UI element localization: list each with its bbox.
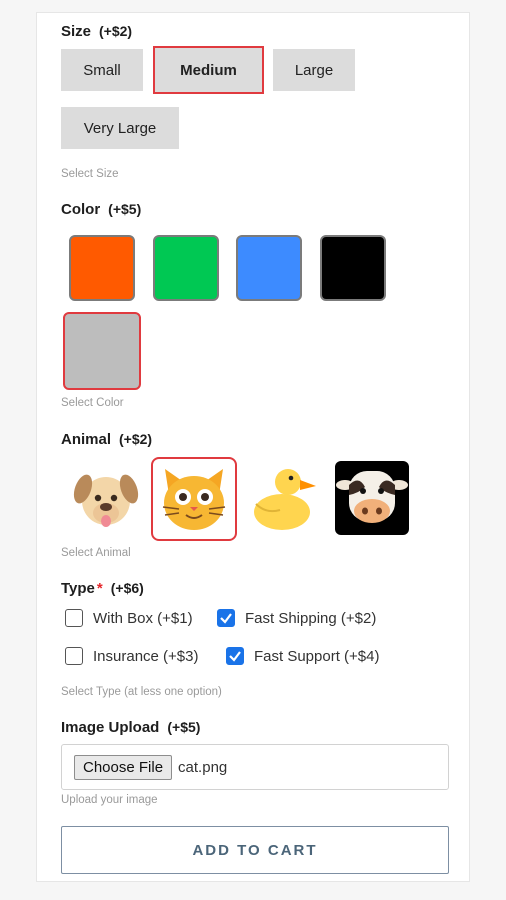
upload-label-row: Image Upload (+$5): [61, 719, 449, 736]
color-swatch-gray[interactable]: [63, 312, 141, 390]
checkbox-checked[interactable]: [226, 647, 244, 665]
color-swatch-blue[interactable]: [236, 235, 302, 301]
required-asterisk: *: [96, 580, 103, 597]
choose-file-button[interactable]: Choose File: [74, 754, 173, 780]
color-price: (+$5): [108, 201, 142, 217]
color-helper: Select Color: [61, 397, 124, 409]
cow-icon: [335, 461, 409, 535]
type-option-label: Fast Support (+$4): [254, 647, 380, 665]
cat-icon: [162, 469, 226, 530]
add-to-cart-button[interactable]: ADD TO CART: [61, 826, 449, 874]
animal-label-row: Animal (+$2): [61, 431, 449, 448]
upload-helper: Upload your image: [61, 794, 158, 806]
type-option-insurance[interactable]: Insurance (+$3): [65, 647, 198, 665]
checkmark-icon: [229, 651, 241, 662]
type-helper: Select Type (at less one option): [61, 686, 222, 698]
color-label-row: Color (+$5): [61, 201, 449, 218]
color-label: Color: [61, 201, 101, 218]
size-helper: Select Size: [61, 168, 119, 180]
file-upload-field[interactable]: Choose File cat.png: [61, 744, 449, 790]
type-option-fast-shipping[interactable]: Fast Shipping (+$2): [217, 609, 376, 627]
product-options-card: Size (+$2) Small Medium Large Very Large…: [36, 12, 470, 882]
checkmark-icon: [220, 613, 232, 624]
animal-helper: Select Animal: [61, 547, 131, 559]
animal-label: Animal: [61, 431, 112, 448]
type-option-label: Fast Shipping (+$2): [245, 609, 377, 627]
size-option-large[interactable]: Large: [273, 49, 355, 91]
animal-option-duck[interactable]: [241, 457, 323, 539]
size-option-very-large[interactable]: Very Large: [61, 107, 179, 149]
size-option-medium[interactable]: Medium: [153, 46, 264, 94]
type-label-row: Type * (+$6): [61, 580, 449, 597]
type-option-label: Insurance (+$3): [93, 647, 199, 665]
color-swatch-black[interactable]: [320, 235, 386, 301]
checkbox-unchecked[interactable]: [65, 609, 83, 627]
upload-price: (+$5): [167, 719, 201, 735]
animal-price: (+$2): [119, 431, 153, 447]
size-option-small[interactable]: Small: [61, 49, 143, 91]
duck-icon: [254, 469, 316, 530]
size-label: Size: [61, 23, 92, 40]
size-price: (+$2): [99, 23, 133, 39]
animal-option-cow[interactable]: [331, 457, 413, 539]
upload-label: Image Upload: [61, 719, 160, 736]
type-price: (+$6): [110, 580, 144, 596]
animal-option-dog[interactable]: [65, 457, 147, 539]
type-label: Type: [61, 580, 95, 597]
color-swatch-orange[interactable]: [69, 235, 135, 301]
dog-icon: [73, 474, 139, 527]
type-option-fast-support[interactable]: Fast Support (+$4): [226, 647, 379, 665]
animal-option-cat[interactable]: [151, 457, 237, 541]
checkbox-checked[interactable]: [217, 609, 235, 627]
color-swatch-green[interactable]: [153, 235, 219, 301]
checkbox-unchecked[interactable]: [65, 647, 83, 665]
file-name: cat.png: [178, 758, 228, 776]
type-option-label: With Box (+$1): [93, 609, 193, 627]
size-label-row: Size (+$2): [61, 23, 449, 40]
type-option-with-box[interactable]: With Box (+$1): [65, 609, 193, 627]
